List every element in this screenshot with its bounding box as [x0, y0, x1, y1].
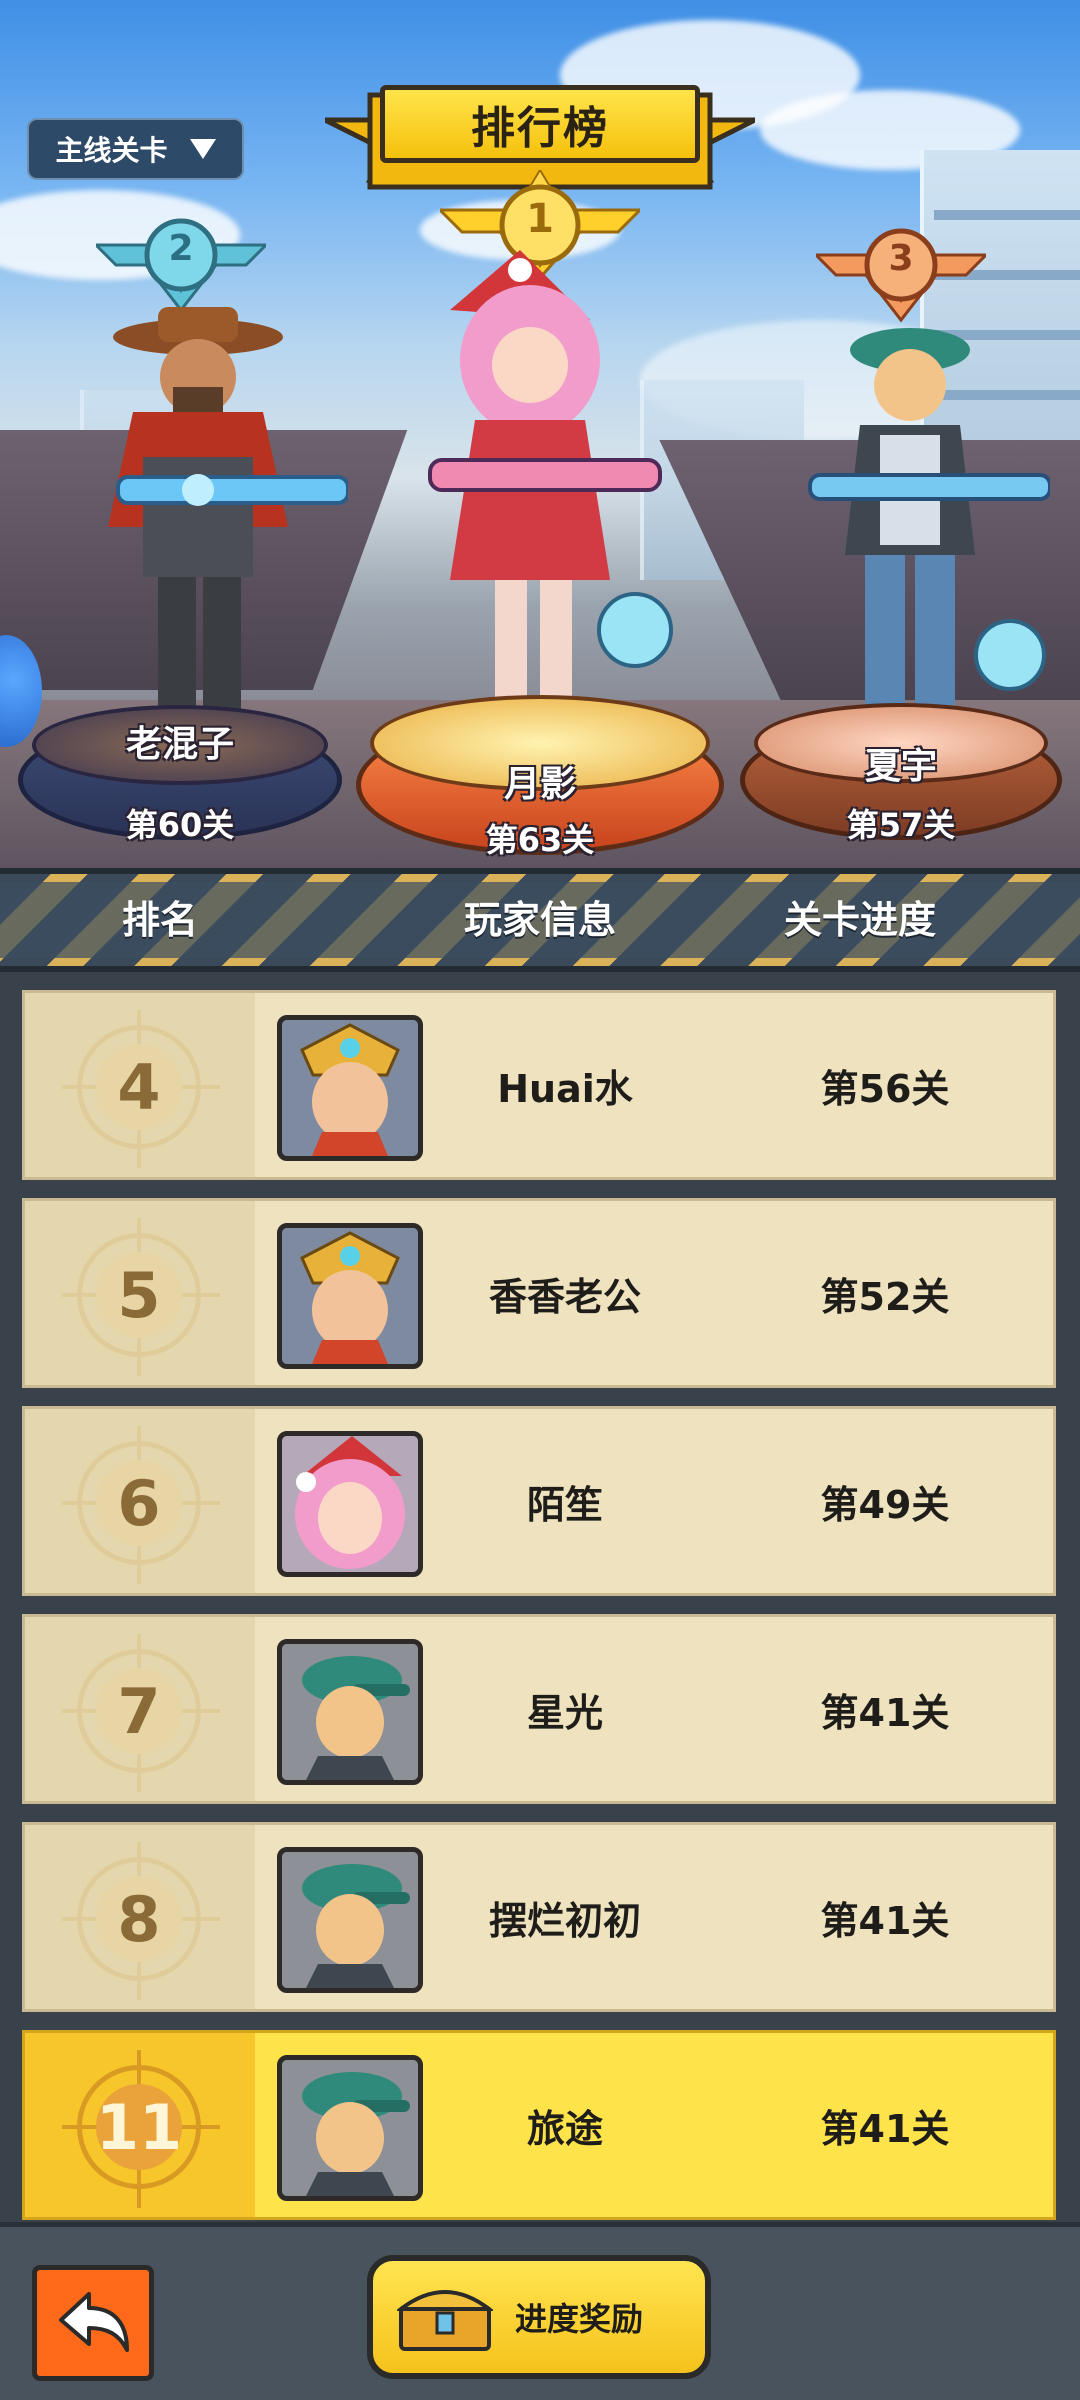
chevron-down-icon [189, 139, 216, 159]
player-level: 第41关 [820, 1898, 950, 1943]
table-row[interactable]: 4 Huai水 第56关 [22, 990, 1056, 1180]
rank-medal-icon: 8 [62, 1842, 220, 2000]
cowboy-character-icon [108, 307, 348, 717]
podium-rank-1[interactable]: 1 月影 第63关 [356, 170, 724, 868]
pink-hair-character-icon [428, 250, 673, 700]
podium-rank-number: 2 [168, 228, 194, 269]
green-cap-avatar-icon [282, 1852, 418, 1988]
gold-helmet-avatar-icon [282, 1228, 418, 1364]
header-player: 玩家信息 [463, 898, 616, 942]
player-level: 第41关 [820, 2106, 950, 2151]
row-rank: 6 [96, 1460, 182, 1546]
player-level: 第56关 [820, 1066, 950, 1111]
podium-player-name: 老混子 [125, 724, 234, 765]
row-rank: 5 [96, 1252, 182, 1338]
podium-player-level: 第60关 [125, 806, 235, 844]
podium-player-name: 夏宇 [864, 746, 937, 787]
podium-player-level: 第63关 [485, 821, 595, 859]
avatar[interactable] [277, 1639, 423, 1785]
avatar[interactable] [277, 1847, 423, 1993]
leaderboard-list[interactable]: 4 Huai水 第56关 5 香香老公 第52关 6 陌笙 第49关 7 星光 … [0, 972, 1080, 2220]
podium-rank-number: 3 [888, 238, 914, 279]
player-level: 第41关 [820, 1690, 950, 1735]
rank-medal-icon: 6 [62, 1426, 220, 1584]
player-level: 第52关 [820, 1274, 950, 1319]
avatar[interactable] [277, 2055, 423, 2201]
table-row[interactable]: 5 香香老公 第52关 [22, 1198, 1056, 1388]
back-arrow-icon [59, 2292, 129, 2352]
mode-dropdown[interactable]: 主线关卡 [27, 118, 244, 180]
avatar[interactable] [277, 1431, 423, 1577]
podium-player-level: 第57关 [846, 806, 956, 844]
row-rank: 4 [96, 1044, 182, 1130]
table-row[interactable]: 6 陌笙 第49关 [22, 1406, 1056, 1596]
reward-label: 进度奖励 [515, 2300, 644, 2338]
table-row[interactable]: 7 星光 第41关 [22, 1614, 1056, 1804]
gold-helmet-avatar-icon [282, 1020, 418, 1156]
player-name: 星光 [526, 1690, 603, 1735]
rank-medal-icon: 5 [62, 1218, 220, 1376]
row-rank: 7 [96, 1668, 182, 1754]
avatar[interactable] [277, 1223, 423, 1369]
player-name: 香香老公 [488, 1274, 641, 1319]
table-row[interactable]: 8 摆烂初初 第41关 [22, 1822, 1056, 2012]
podium-player-name: 月影 [503, 764, 576, 805]
rank-medal-icon: 11 [62, 2050, 220, 2208]
mode-label: 主线关卡 [55, 134, 168, 167]
page-title: 排行榜 [380, 85, 700, 163]
bottom-bar: 进度奖励 [0, 2222, 1080, 2400]
podium-rank-2[interactable]: 2 老混子 第60关 [18, 215, 348, 855]
podium-scene: 主线关卡 排行榜 2 老混子 第60关 1 月影 第63关 3 夏宇 第57关 [0, 0, 1080, 868]
player-name: 旅途 [526, 2106, 603, 2151]
treasure-chest-icon [397, 2290, 493, 2351]
row-rank: 11 [96, 2084, 182, 2170]
green-cap-avatar-icon [282, 1644, 418, 1780]
podium-rank-number: 1 [526, 196, 554, 242]
green-cap-avatar-icon [282, 2060, 418, 2196]
player-name: 摆烂初初 [488, 1898, 641, 1943]
back-button[interactable] [32, 2265, 154, 2381]
avatar[interactable] [277, 1015, 423, 1161]
row-rank: 8 [96, 1876, 182, 1962]
self-row[interactable]: 11 旅途 第41关 [22, 2030, 1056, 2220]
rank-medal-icon: 7 [62, 1634, 220, 1792]
green-cap-character-icon [808, 328, 1050, 705]
progress-reward-button[interactable]: 进度奖励 [367, 2255, 711, 2379]
player-name: 陌笙 [526, 1482, 603, 1527]
list-header: 排名 玩家信息 关卡进度 [0, 868, 1080, 972]
header-progress: 关卡进度 [783, 898, 936, 942]
header-rank: 排名 [121, 898, 198, 942]
pink-hair-avatar-icon [282, 1436, 418, 1572]
rank-medal-icon: 4 [62, 1010, 220, 1168]
podium-rank-3[interactable]: 3 夏宇 第57关 [740, 225, 1062, 855]
player-name: Huai水 [497, 1066, 633, 1111]
player-level: 第49关 [820, 1482, 950, 1527]
